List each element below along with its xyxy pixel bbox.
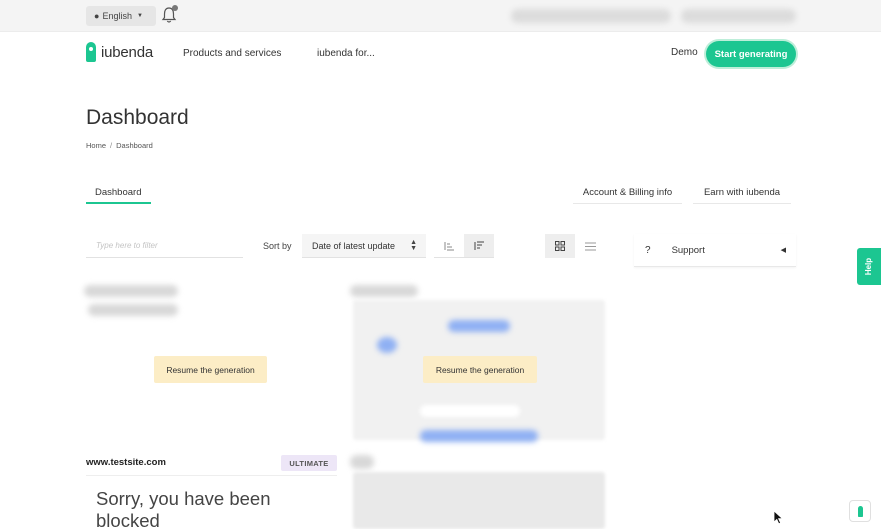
sort-descending-icon	[474, 241, 484, 250]
tab-account-billing[interactable]: Account & Billing info	[573, 182, 682, 204]
breadcrumb-separator: /	[110, 141, 113, 150]
blurred-white-element	[420, 405, 520, 417]
blurred-site-title-2	[350, 285, 418, 297]
sort-descending-button[interactable]	[464, 234, 494, 258]
card-divider	[86, 475, 337, 476]
support-label: Support	[671, 244, 705, 256]
tab-earn-with-iubenda[interactable]: Earn with iubenda	[693, 182, 791, 204]
breadcrumb-home[interactable]: Home	[86, 141, 106, 150]
globe-icon: ●	[94, 11, 100, 21]
sort-arrows-icon: ▲ ▼	[410, 239, 417, 252]
blurred-badge	[350, 455, 374, 469]
help-label: Help	[864, 257, 874, 276]
filter-input[interactable]	[86, 234, 243, 258]
caret-left-icon: ◀	[780, 247, 786, 254]
active-tab-indicator	[86, 202, 151, 204]
blurred-blue-element	[448, 320, 510, 332]
sort-ascending-button[interactable]	[434, 234, 464, 258]
sort-select-value: Date of latest update	[312, 240, 396, 251]
brand-name: iubenda	[101, 43, 153, 61]
breadcrumb-current: Dashboard	[116, 141, 153, 150]
start-generating-button[interactable]: Start generating	[706, 41, 796, 67]
blurred-site-title	[84, 285, 178, 297]
site-name[interactable]: www.testsite.com	[86, 457, 166, 468]
blurred-site-subtitle	[88, 304, 178, 316]
list-icon	[584, 242, 596, 250]
blurred-preview-panel-2	[353, 472, 605, 529]
bell-icon[interactable]	[161, 5, 178, 24]
blurred-blue-dot	[377, 337, 397, 353]
blurred-account-info	[511, 9, 671, 23]
question-icon: ?	[645, 244, 651, 256]
top-utility-bar: ● English ▼	[0, 0, 881, 32]
blurred-user-info	[681, 9, 796, 23]
support-toggle[interactable]: ? Support ◀	[634, 234, 796, 267]
page-title: Dashboard	[86, 106, 189, 129]
help-side-tab[interactable]: Help	[857, 248, 881, 285]
brand-logo[interactable]: iubenda	[86, 42, 153, 62]
nav-products-services[interactable]: Products and services	[183, 48, 281, 59]
tab-dashboard[interactable]: Dashboard	[95, 187, 141, 198]
notification-dot	[172, 5, 178, 11]
sort-ascending-icon	[444, 241, 454, 250]
nav-iubenda-for[interactable]: iubenda for...	[317, 48, 375, 59]
mouse-cursor-icon	[773, 510, 784, 525]
keyhole-logo-icon	[86, 42, 96, 62]
blurred-blue-bar	[420, 430, 538, 442]
grid-icon	[555, 241, 565, 251]
iubenda-widget-button[interactable]	[849, 500, 871, 522]
plan-badge: ULTIMATE	[281, 455, 337, 471]
resume-generation-button-2[interactable]: Resume the generation	[423, 356, 537, 383]
keyhole-mini-icon	[857, 505, 863, 517]
grid-view-button[interactable]	[545, 234, 575, 258]
sort-by-label: Sort by	[263, 241, 292, 251]
list-view-button[interactable]	[575, 234, 605, 258]
demo-link[interactable]: Demo	[671, 47, 698, 58]
language-selector[interactable]: ● English ▼	[86, 6, 156, 26]
blocked-message: Sorry, you have been blocked	[96, 488, 271, 529]
sort-select[interactable]: Date of latest update ▲ ▼	[302, 234, 426, 258]
language-label: English	[102, 11, 132, 21]
breadcrumb: Home / Dashboard	[86, 141, 153, 150]
caret-down-icon: ▼	[136, 13, 143, 19]
resume-generation-button-1[interactable]: Resume the generation	[154, 356, 267, 383]
